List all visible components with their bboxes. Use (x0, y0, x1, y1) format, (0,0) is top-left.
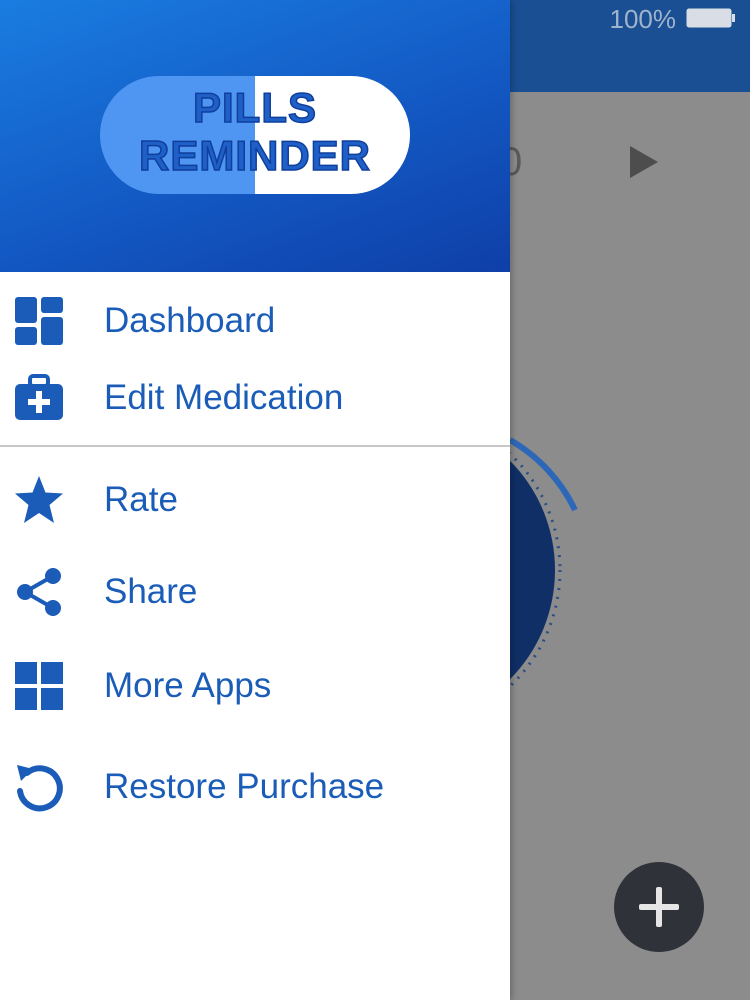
dashboard-icon (13, 295, 65, 347)
menu-item-share[interactable]: Share (0, 557, 510, 627)
menu-item-label: Dashboard (104, 301, 276, 340)
menu-item-more-apps[interactable]: More Apps (0, 651, 510, 721)
menu-item-label: More Apps (104, 666, 272, 705)
menu-item-label: Edit Medication (104, 378, 344, 417)
menu-item-restore-purchase[interactable]: Restore Purchase (0, 752, 510, 822)
battery-percent: 100% (609, 4, 677, 34)
share-icon (13, 566, 65, 618)
navigation-drawer: PILLS REMINDER Dashboard Edit Medication (0, 0, 510, 1000)
menu-item-rate[interactable]: Rate (0, 465, 510, 535)
menu-item-label: Restore Purchase (104, 767, 385, 806)
medical-kit-icon (13, 372, 65, 424)
menu-divider (0, 445, 510, 447)
logo-line2: REMINDER (138, 131, 371, 180)
plus-icon (639, 887, 679, 927)
battery-icon (686, 8, 736, 28)
grid-icon (13, 660, 65, 712)
app-logo: PILLS REMINDER (100, 76, 410, 194)
menu-item-label: Rate (104, 480, 178, 519)
menu-item-label: Share (104, 572, 198, 611)
drawer-header: PILLS REMINDER (0, 0, 510, 272)
add-medication-button[interactable] (614, 862, 704, 952)
logo-line1: PILLS (192, 83, 317, 132)
play-icon[interactable] (628, 144, 660, 180)
menu-item-dashboard[interactable]: Dashboard (0, 286, 510, 356)
star-icon (13, 474, 65, 526)
menu-item-edit-medication[interactable]: Edit Medication (0, 363, 510, 433)
restore-icon (13, 761, 65, 813)
